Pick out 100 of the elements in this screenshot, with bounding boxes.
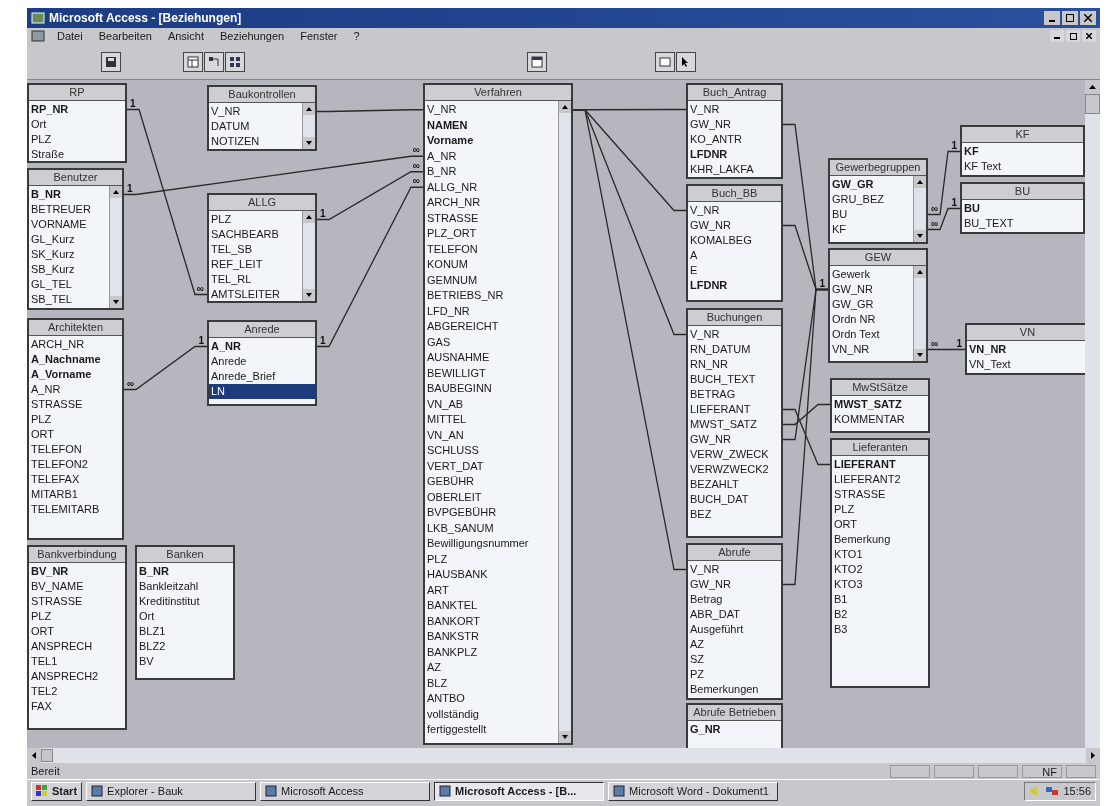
table-window[interactable]: Baukontrollen V_NR DATUM NOTIZEN (207, 85, 317, 151)
field-name[interactable]: KTO3 (832, 577, 928, 592)
field-name[interactable]: VORNAME (29, 217, 109, 232)
field-name[interactable]: LIEFERANT (832, 457, 928, 472)
show-table-button[interactable] (183, 51, 203, 72)
table-title[interactable]: BU (962, 184, 1083, 200)
table-title[interactable]: Architekten (29, 320, 122, 336)
scroll-thumb[interactable] (1085, 94, 1100, 114)
table-window[interactable]: BU BU BU_TEXT (960, 182, 1085, 234)
field-name[interactable]: ORT (29, 427, 122, 442)
field-name[interactable]: B3 (832, 622, 928, 637)
field-name[interactable]: PLZ (29, 609, 125, 624)
scrollbar[interactable] (913, 176, 926, 242)
field-name[interactable]: KF (962, 144, 1083, 159)
field-name[interactable]: B_NR (137, 564, 233, 579)
table-window[interactable]: KF KF KF Text (960, 125, 1085, 177)
field-name[interactable]: VERT_DAT (425, 458, 558, 474)
relationship-line[interactable] (927, 348, 966, 351)
scroll-up-icon[interactable] (303, 103, 315, 115)
field-name[interactable]: ARCH_NR (29, 337, 122, 352)
scroll-right-icon[interactable] (1086, 748, 1100, 763)
menu-item[interactable]: Beziehungen (220, 27, 285, 45)
field-name[interactable]: BEZAHLT (688, 477, 781, 492)
field-name[interactable]: MITARB1 (29, 487, 122, 502)
field-name[interactable]: PLZ (29, 412, 122, 427)
field-name[interactable]: GW_NR (830, 282, 913, 297)
field-name[interactable]: A (688, 248, 781, 263)
field-name[interactable]: RP_NR (29, 102, 125, 117)
table-window[interactable] (423, 83, 573, 745)
field-name[interactable]: A_Vorname (29, 367, 122, 382)
table-window[interactable]: Buch_BB V_NR GW_NR KOMALBEG A E LFDNR (686, 184, 783, 302)
taskbar-button[interactable]: Microsoft Access - [B... (434, 781, 605, 801)
field-name[interactable]: BV_NAME (29, 579, 125, 594)
table-title[interactable]: Abrufe Betrieben (688, 705, 781, 721)
field-name[interactable]: ANTBO (425, 691, 558, 707)
field-name[interactable]: AZ (688, 637, 781, 652)
field-name[interactable]: VN_NR (967, 342, 1085, 357)
scroll-left-icon[interactable] (27, 748, 41, 763)
field-name[interactable]: STRASSE (29, 594, 125, 609)
field-name[interactable]: BUCH_TEXT (688, 372, 781, 387)
field-name[interactable]: ALLG_NR (425, 179, 558, 195)
field-name[interactable]: BAUBEGINN (425, 381, 558, 397)
table-window[interactable]: Buchungen V_NR RN_DATUM RN_NR BUCH_TEXT BETRAG LIEFERANT MWST_SATZ GW_NR VERW_ZWECK VERWZWECK2 BEZAHLT BUCH_DAT BEZ (686, 308, 783, 538)
field-name[interactable]: BANKPLZ (425, 644, 558, 660)
field-name[interactable]: GW_GR (830, 177, 913, 192)
field-name[interactable]: MWST_SATZ (832, 397, 928, 412)
table-window[interactable]: Benutzer B_NR BETREUER VORNAME GL_Kurz SK_Kurz SB_Kurz GL_TEL SB_TEL (27, 168, 124, 310)
scroll-up-icon[interactable] (1085, 80, 1100, 94)
field-name[interactable]: SACHBEARB (209, 227, 302, 242)
scrollbar[interactable] (913, 266, 926, 361)
scroll-up-icon[interactable] (559, 101, 571, 113)
field-name[interactable]: PLZ_ORT (425, 226, 558, 242)
field-name[interactable]: LIEFERANT (688, 402, 781, 417)
field-name[interactable]: TEL_RL (209, 272, 302, 287)
field-name[interactable]: ORT (832, 517, 928, 532)
scroll-down-icon[interactable] (303, 137, 315, 149)
table-window[interactable]: VN VN_NR VN_Text (965, 323, 1085, 375)
field-name[interactable]: GL_Kurz (29, 232, 109, 247)
table-window[interactable]: MwStSätze MWST_SATZ KOMMENTAR (830, 378, 930, 433)
relationship-line[interactable] (927, 150, 961, 216)
table-title[interactable]: MwStSätze (832, 380, 928, 396)
field-name[interactable]: LFDNR (688, 278, 781, 293)
field-name[interactable]: ORT (29, 624, 125, 639)
table-title[interactable]: Banken (137, 547, 233, 563)
field-name[interactable]: A_NR (425, 148, 558, 164)
relationship-line[interactable] (123, 155, 424, 196)
field-name[interactable]: GEBÜHR (425, 474, 558, 490)
relationship-line[interactable] (316, 171, 424, 221)
field-name[interactable]: FAX (29, 699, 125, 714)
table-title[interactable]: Lieferanten (832, 440, 928, 456)
field-name[interactable]: NAMEN (425, 117, 558, 133)
scroll-up-icon[interactable] (914, 176, 926, 188)
field-name[interactable]: BLZ2 (137, 639, 233, 654)
field-name[interactable]: MWST_SATZ (688, 417, 781, 432)
field-name[interactable]: Anrede (209, 354, 315, 369)
field-name[interactable]: V_NR (688, 102, 781, 117)
field-name[interactable]: Straße (29, 147, 125, 161)
table-title[interactable]: ALLG (209, 195, 315, 211)
show-all-button[interactable] (225, 51, 245, 72)
field-name[interactable]: KF (830, 222, 913, 237)
field-name[interactable]: A_Nachname (29, 352, 122, 367)
field-name[interactable]: HAUSBANK (425, 567, 558, 583)
field-name[interactable]: Bemerkung (832, 532, 928, 547)
scroll-down-icon[interactable] (914, 230, 926, 242)
field-name[interactable]: SB_Kurz (29, 262, 109, 277)
field-name[interactable]: LFDNR (688, 147, 781, 162)
field-name[interactable]: TELEFON (425, 241, 558, 257)
scroll-thumb[interactable] (41, 749, 53, 762)
field-name[interactable]: Ordn NR (830, 312, 913, 327)
relationship-line[interactable] (572, 109, 687, 571)
field-name[interactable]: vollständig (425, 706, 558, 722)
field-name[interactable]: SCHLUSS (425, 443, 558, 459)
relationship-line[interactable] (782, 288, 829, 586)
field-name[interactable]: BETRAG (688, 387, 781, 402)
field-name[interactable]: VN_Text (967, 357, 1085, 372)
menu-item[interactable]: ? (353, 27, 360, 45)
field-name[interactable]: V_NR (688, 203, 781, 218)
maximize-button[interactable] (1062, 11, 1078, 25)
field-name[interactable]: NOTIZEN (209, 134, 302, 149)
field-name[interactable]: TEL1 (29, 654, 125, 669)
